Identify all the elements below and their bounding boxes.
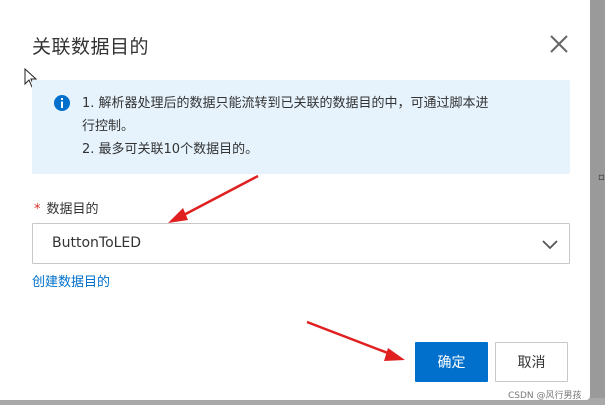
destination-select[interactable]: ButtonToLED [32,223,570,264]
notice-line-1: 1. 解析器处理后的数据只能流转到已关联的数据目的中，可通过脚本进 [82,96,489,111]
destination-field-label: * 数据目的 [34,198,99,217]
notice-text: 1. 解析器处理后的数据只能流转到已关联的数据目的中，可通过脚本进 行控制。 2… [82,92,552,161]
confirm-button[interactable]: 确定 [415,342,488,382]
backdrop-right-edge [588,0,605,405]
create-destination-link[interactable]: 创建数据目的 [32,271,110,290]
destination-select-value: ButtonToLED [52,235,142,251]
dialog-title: 关联数据目的 [32,36,150,58]
close-button[interactable] [546,31,572,57]
associate-destination-dialog: 关联数据目的 1. 解析器处理后的数据只能流转到已关联的数据目的中，可通过脚本进… [0,0,590,400]
destination-label-text: 数据目的 [46,202,99,217]
watermark: CSDN @风行男孩 [508,391,582,401]
required-mark: * [34,202,41,217]
notice-line-2: 2. 最多可关联10个数据目的。 [82,142,259,157]
info-notice: 1. 解析器处理后的数据只能流转到已关联的数据目的中，可通过脚本进 行控制。 2… [32,80,570,174]
close-icon [550,35,568,53]
background-glyph: ▫ [598,172,605,183]
info-icon [54,95,70,111]
cancel-button[interactable]: 取消 [495,342,568,382]
notice-line-1-cont: 行控制。 [82,119,135,134]
chevron-down-icon [542,240,558,250]
